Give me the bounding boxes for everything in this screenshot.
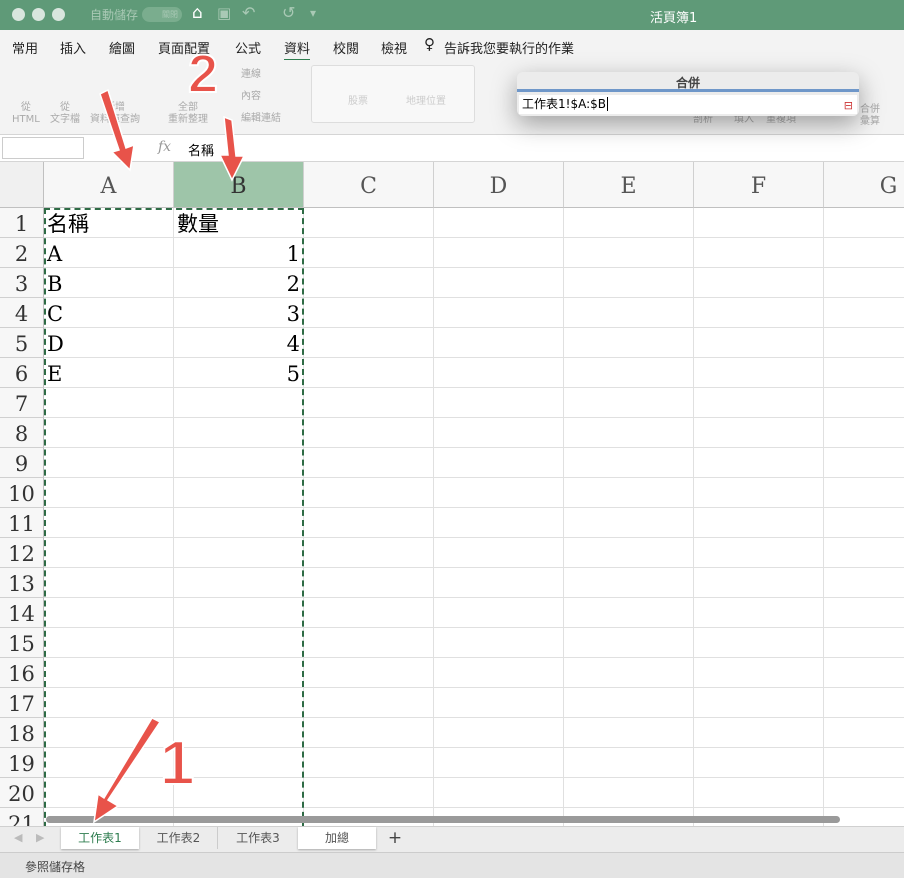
- annotation-arrow-a: [99, 88, 135, 172]
- annotation-layer: 2 1: [93, 43, 246, 824]
- annotation-label-2: 2: [188, 44, 218, 104]
- annotation-arrow-b: [218, 115, 246, 182]
- annotation-label-1: 1: [160, 729, 194, 798]
- annotation-arrow-1: [93, 717, 162, 824]
